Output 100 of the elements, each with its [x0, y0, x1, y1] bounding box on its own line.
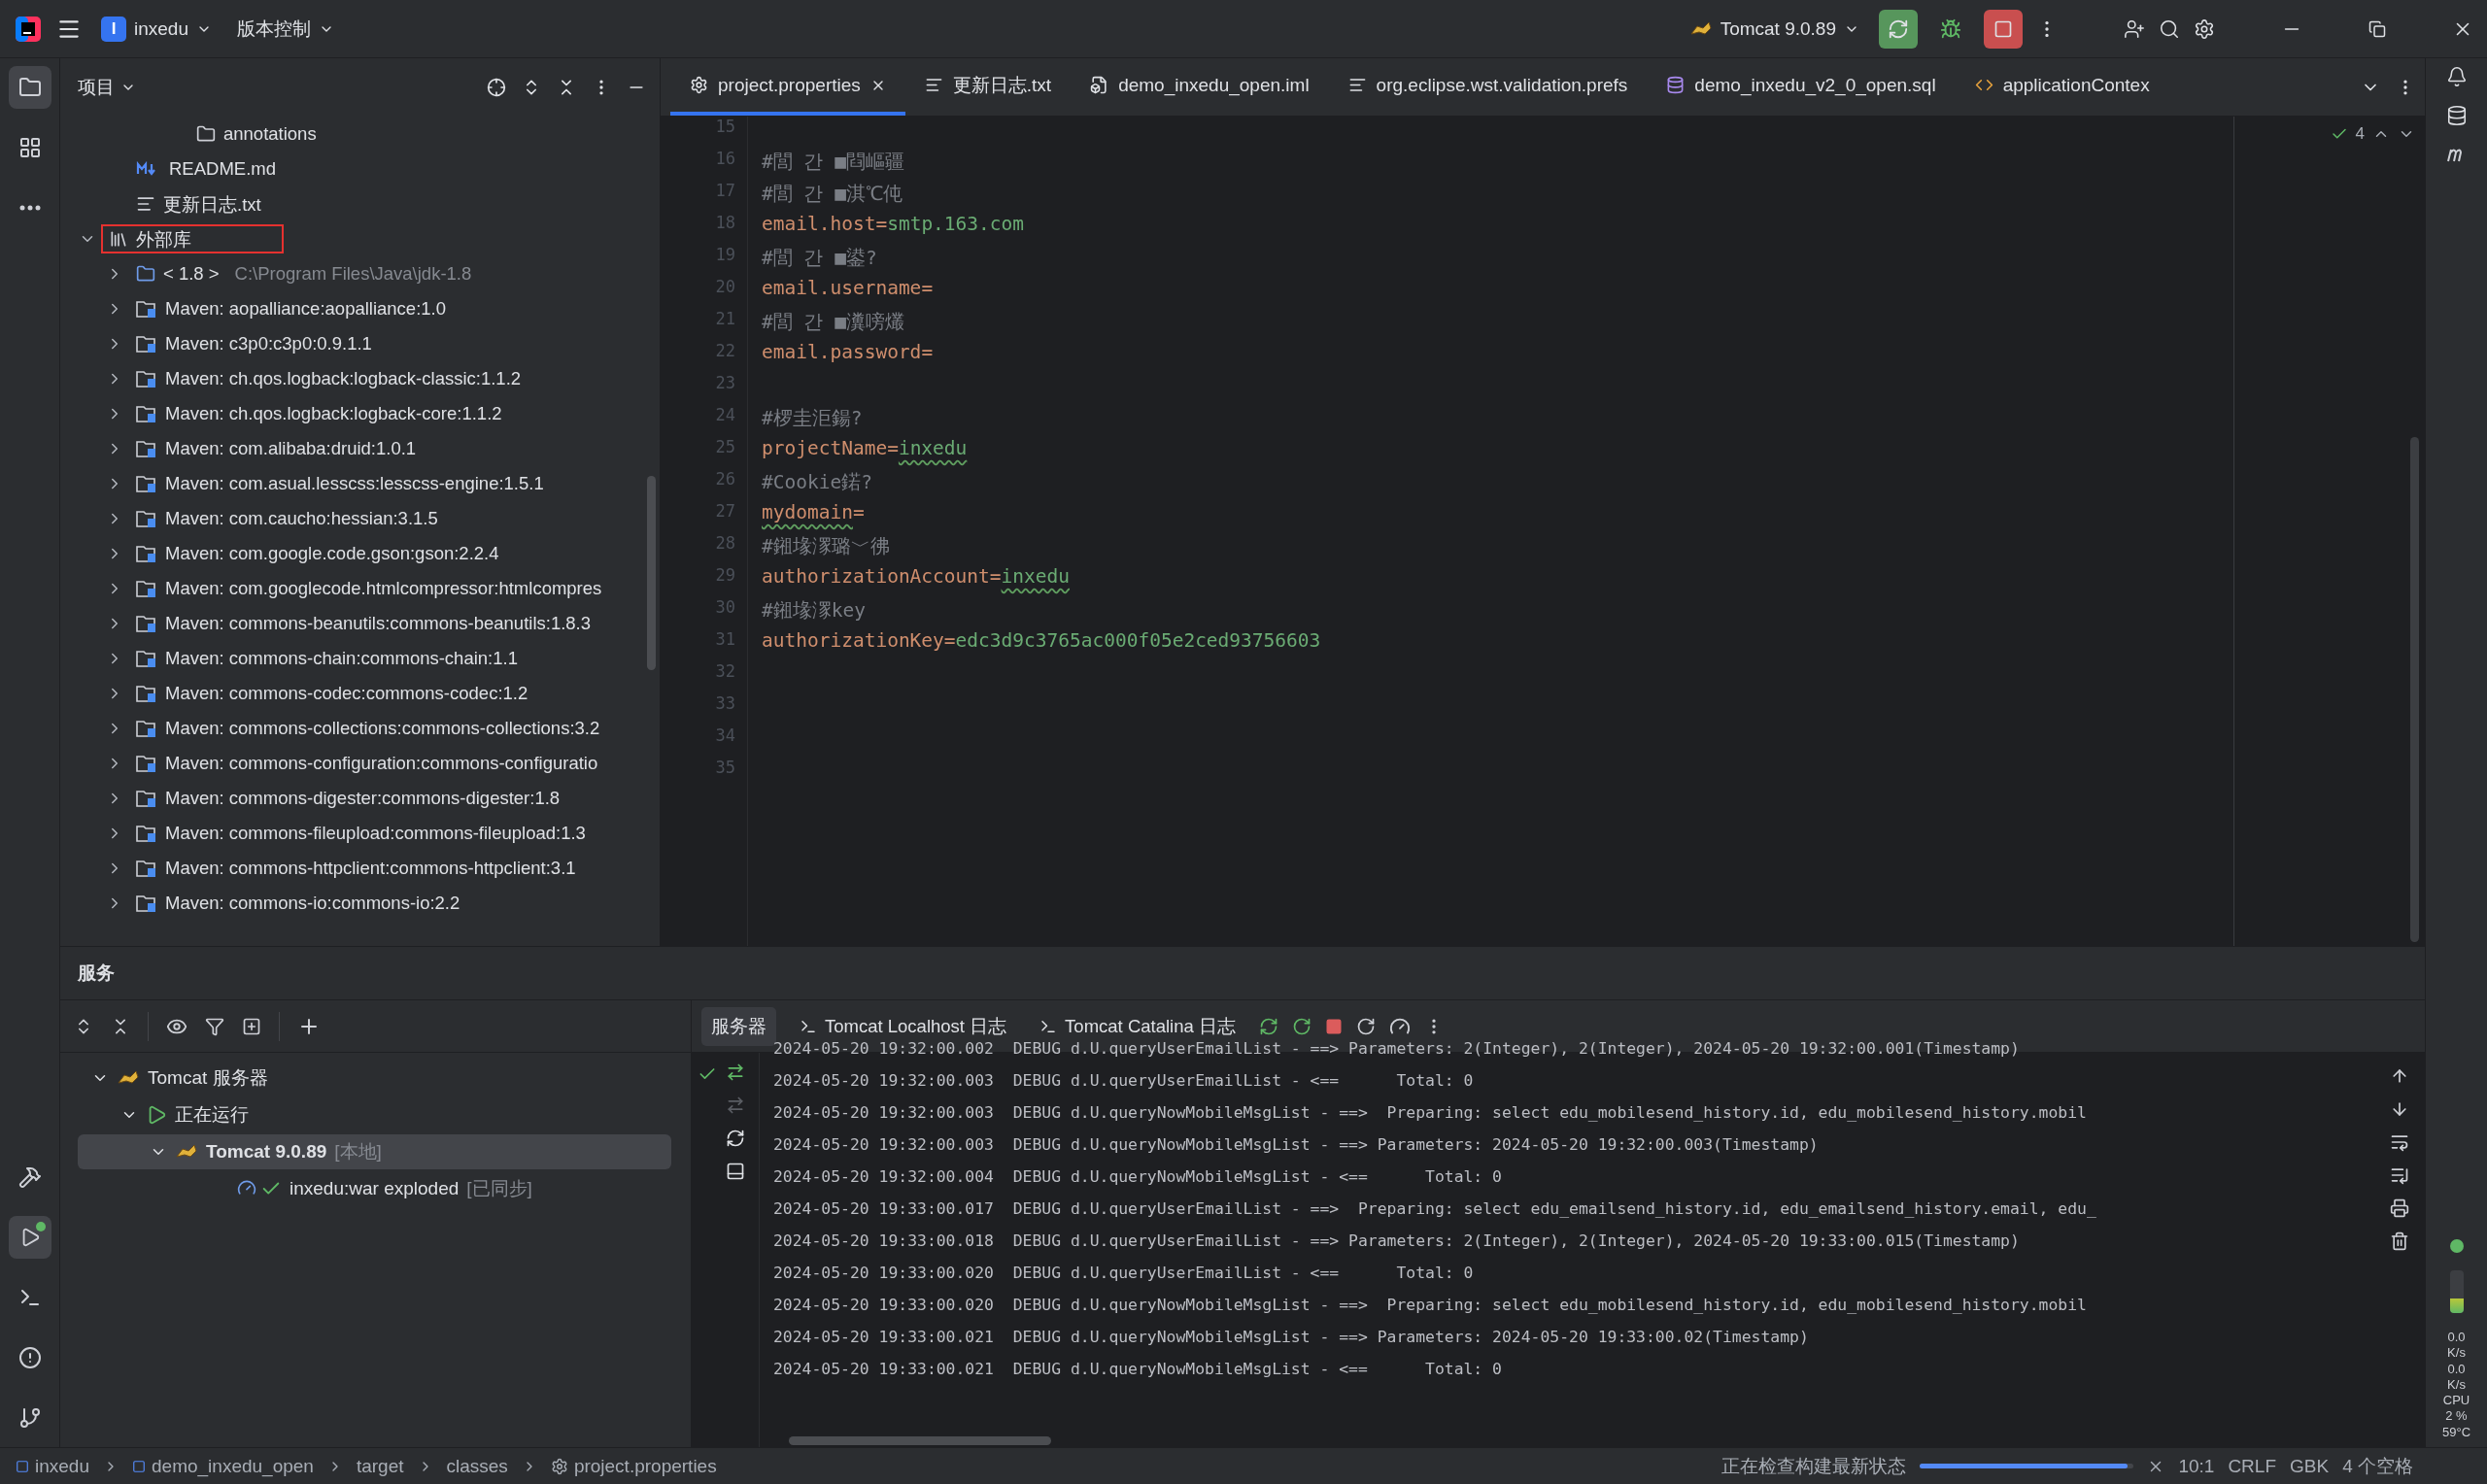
tree-item-label[interactable]: Maven: ch.qos.logback:logback-core:1.1.2 [165, 403, 502, 424]
tree-item-label[interactable]: Maven: commons-beanutils:commons-beanutils:1.8.3 [165, 613, 592, 634]
text-file-icon [1347, 76, 1367, 94]
rerun-button[interactable] [1879, 9, 1918, 49]
editor-tab[interactable]: demo_inxedu_open.iml [1071, 58, 1329, 116]
vcs-menu[interactable]: 版本控制 [231, 9, 340, 49]
restore-icon[interactable] [2368, 19, 2386, 38]
library-folder-icon [136, 754, 157, 773]
file-encoding[interactable]: GBK [2290, 1455, 2330, 1477]
refresh-icon[interactable] [725, 1129, 745, 1148]
settings-icon[interactable] [2194, 17, 2215, 40]
scroll-to-end-icon[interactable] [2390, 1165, 2409, 1185]
deploy-icon[interactable] [725, 1162, 745, 1181]
editor-tab[interactable]: 更新日志.txt [904, 58, 1072, 116]
tree-item-label[interactable]: Maven: commons-httpclient:commons-httpclient:3.1 [165, 858, 576, 879]
log-line: 2024-05-20 19:32:00.003 DEBUG d.U.queryUserEmailList - <== Total: 0 [773, 1071, 1475, 1092]
editor-tab[interactable]: project.properties [670, 58, 905, 116]
code-comment: #Cookie鍩? [762, 470, 872, 495]
text-file-icon [924, 76, 943, 94]
notifications-icon[interactable] [2445, 66, 2468, 87]
tree-item-label[interactable]: Maven: com.googlecode.htmlcompressor:htmlcompres [165, 578, 602, 599]
library-folder-icon [136, 649, 157, 668]
tree-item-label[interactable]: Maven: commons-digester:commons-digester:1.8 [165, 788, 561, 809]
stop-icon [1993, 18, 2013, 39]
print-icon[interactable] [2390, 1198, 2409, 1218]
caret-position[interactable]: 10:1 [2178, 1455, 2215, 1477]
add-user-icon[interactable] [2124, 17, 2145, 40]
rate-unit: K/s [2447, 1377, 2466, 1393]
property-value: smtp.163.com [887, 213, 1025, 237]
tree-item-label[interactable]: annotations [223, 123, 317, 145]
module-file-icon [1090, 76, 1109, 94]
search-icon[interactable] [2159, 17, 2180, 40]
stop-icon[interactable] [1324, 1017, 1343, 1035]
tree-item-label[interactable]: Maven: commons-codec:commons-codec:1.2 [165, 683, 528, 704]
tree-item-label[interactable]: Maven: c3p0:c3p0:0.9.1.1 [165, 333, 372, 354]
services-tool-button[interactable] [8, 1216, 51, 1259]
tree-item-label[interactable]: Maven: commons-fileupload:commons-fileupload:1.3 [165, 823, 586, 844]
tree-item-label[interactable]: Maven: commons-io:commons-io:2.2 [165, 893, 460, 914]
gear-icon [550, 1457, 568, 1475]
editor-tab[interactable]: demo_inxedu_v2_0_open.sql [1647, 58, 1956, 116]
project-tool-button[interactable] [8, 66, 51, 109]
tree-item-label[interactable]: Maven: com.asual.lesscss:lesscss-engine:1.5.1 [165, 473, 544, 494]
breadcrumb[interactable]: demo_inxedu_open [132, 1455, 314, 1477]
log-line: 2024-05-20 19:33:00.020 DEBUG d.U.queryUserEmailList - <== Total: 0 [773, 1264, 1475, 1284]
redeploy-icon[interactable] [1291, 1016, 1312, 1036]
tree-item-label[interactable]: Maven: commons-configuration:commons-configuratio [165, 753, 598, 774]
inspection-count[interactable]: 4 [2355, 124, 2365, 144]
tree-item-label[interactable]: Maven: aopalliance:aopalliance:1.0 [165, 298, 446, 320]
tree-item-label[interactable]: Maven: ch.qos.logback:logback-classic:1.1.2 [165, 368, 522, 389]
indent-setting[interactable]: 4 个空格 [2342, 1453, 2413, 1479]
log-line: 2024-05-20 19:32:00.003 DEBUG d.U.queryNowMobileMsgList - ==> Parameters: 2024-05-20 19:32:00.003(Timestamp) [773, 1135, 1820, 1156]
panel-title[interactable]: 项目 [78, 75, 136, 100]
gear-icon [690, 76, 708, 94]
tree-item-label[interactable]: 更新日志.txt [163, 191, 261, 217]
breadcrumb[interactable]: target [356, 1455, 404, 1477]
soft-wrap-icon[interactable] [2390, 1132, 2409, 1152]
database-icon[interactable] [2445, 105, 2468, 126]
temperature: 59°C [2441, 1425, 2470, 1439]
clear-icon[interactable] [2390, 1231, 2409, 1251]
grid-icon [17, 136, 42, 159]
equals-sign: = [887, 437, 899, 461]
module-icon [132, 1459, 146, 1473]
tree-item-label[interactable]: Maven: com.caucho:hessian:3.1.5 [165, 508, 438, 529]
line-separator[interactable]: CRLF [2228, 1455, 2276, 1477]
new-group-icon[interactable] [242, 1016, 261, 1036]
app-logo-icon[interactable] [14, 14, 43, 44]
text-file-icon [136, 194, 155, 214]
tree-item-label[interactable]: Maven: com.alibaba:druid:1.0.1 [165, 438, 417, 459]
library-folder-icon [136, 719, 157, 738]
editor-tab[interactable]: applicationContex [1955, 58, 2169, 116]
tree-item-label[interactable]: < 1.8 > [163, 263, 220, 285]
tree-item-label[interactable]: README.md [169, 158, 276, 180]
code-comment: #閭 간 ■鍙? [762, 246, 877, 271]
code-comment: #閭 간 ■淇℃伅 [762, 182, 903, 207]
property-key: mydomain [762, 501, 853, 533]
rerun-icon[interactable] [1258, 1016, 1278, 1036]
breadcrumb[interactable]: inxedu [16, 1455, 89, 1477]
service-tree-item[interactable]: Tomcat 9.0.89 [本地] [78, 1134, 671, 1169]
tree-item-label[interactable]: 外部库 [136, 226, 191, 252]
breadcrumb[interactable]: project.properties [550, 1455, 717, 1477]
tree-item-label[interactable]: Maven: commons-collections:commons-collections:3.2 [165, 718, 600, 739]
tree-item-label[interactable]: Maven: com.google.code.gson:gson:2.2.4 [165, 543, 499, 564]
log-line: 2024-05-20 19:33:00.020 DEBUG d.U.queryNowMobileMsgList - ==> Preparing: select edu_mobilesend_history.id, edu_mobilesend_history.mobil [773, 1296, 2088, 1316]
locate-icon[interactable] [487, 78, 506, 97]
breadcrumb[interactable]: classes [446, 1455, 508, 1477]
editor-tab[interactable]: org.eclipse.wst.validation.prefs [1328, 58, 1648, 116]
restart-icon[interactable] [1355, 1016, 1376, 1036]
stop-button[interactable] [1984, 9, 2023, 49]
service-tree-item[interactable]: inxedu:war exploded [已同步] [78, 1171, 671, 1206]
filter-icon[interactable] [205, 1016, 224, 1036]
download-rate: 0.0 [2447, 1362, 2466, 1376]
project-switcher[interactable]: I inxedu [95, 9, 218, 49]
library-folder-icon [136, 369, 157, 388]
run-config-selector[interactable]: Tomcat 9.0.89 [1683, 9, 1865, 49]
folder-icon [17, 76, 42, 99]
library-folder-icon [136, 894, 157, 913]
property-key: authorizationAccount [762, 565, 990, 597]
service-tree-item[interactable]: Tomcat 服务器 [78, 1061, 671, 1096]
tree-item-label[interactable]: Maven: commons-chain:commons-chain:1.1 [165, 648, 518, 669]
service-tree-item[interactable]: 正在运行 [78, 1097, 671, 1132]
